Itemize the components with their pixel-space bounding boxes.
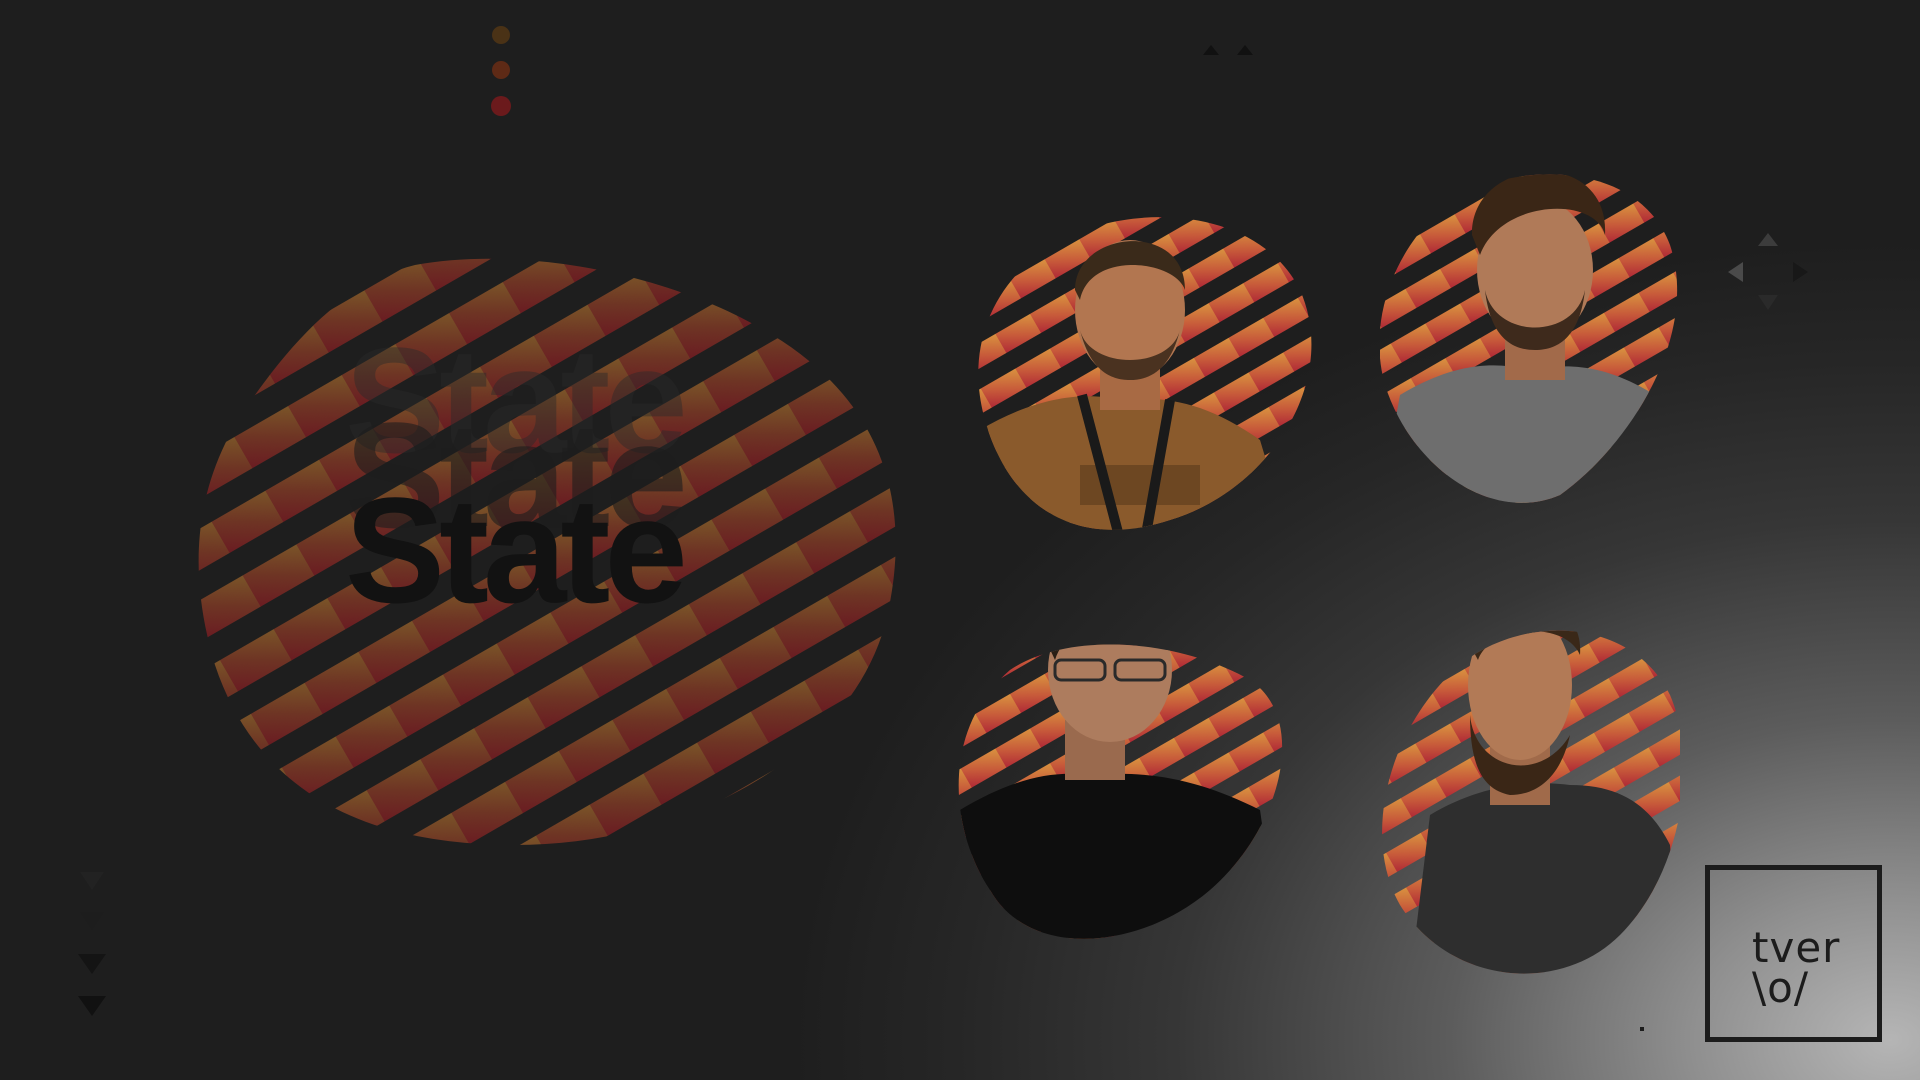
logo-line-1: tver [1752,923,1841,972]
up-triangles-icon [1203,45,1253,55]
arrow-cross-icon [1728,233,1808,310]
small-dot [1640,1027,1644,1031]
triangles-icon [78,872,106,1016]
speaker-1-photo [970,210,1320,540]
logo-line-2: \o/ [1752,963,1809,1012]
three-dots-icon [491,26,511,116]
speaker-4-photo [1370,585,1680,980]
speaker-2-photo [1380,165,1690,505]
speaker-3-photo [950,590,1295,950]
tver-logo: tver \o/ [1705,865,1882,1042]
brand-word: State [345,466,688,634]
